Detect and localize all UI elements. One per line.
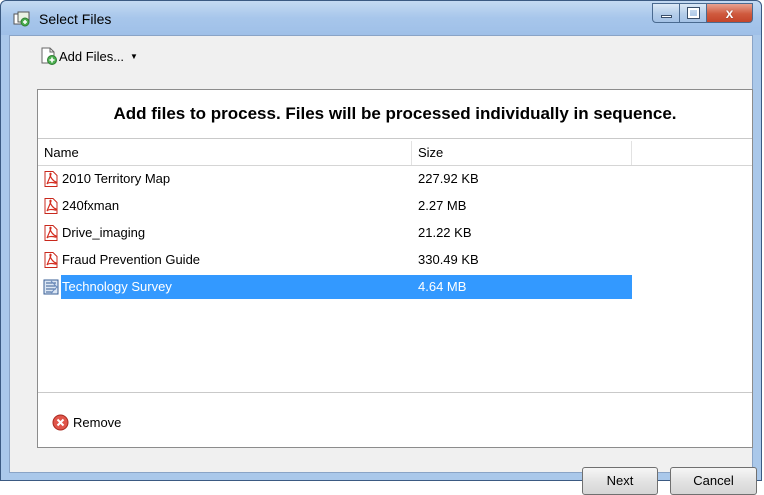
app-icon bbox=[13, 11, 30, 27]
file-size: 2.27 MB bbox=[418, 198, 467, 213]
file-name: Technology Survey bbox=[62, 279, 172, 294]
add-files-label: Add Files... bbox=[59, 48, 125, 64]
file-size: 4.64 MB bbox=[418, 279, 467, 294]
file-row[interactable]: Drive_imaging 21.22 KB bbox=[38, 221, 632, 245]
add-file-icon bbox=[41, 47, 57, 65]
pdf-icon bbox=[44, 252, 58, 268]
file-name: 240fxman bbox=[62, 198, 120, 213]
file-name: Drive_imaging bbox=[62, 225, 146, 240]
file-size: 227.92 KB bbox=[418, 171, 479, 186]
chevron-down-icon: ▼ bbox=[130, 51, 138, 61]
pdf-icon bbox=[44, 198, 58, 214]
close-icon: x bbox=[725, 5, 734, 21]
instructions-heading: Add files to process. Files will be proc… bbox=[38, 90, 752, 139]
file-row[interactable]: 2010 Territory Map 227.92 KB bbox=[38, 167, 632, 191]
file-name: 2010 Territory Map bbox=[62, 171, 171, 186]
maximize-icon bbox=[687, 7, 700, 19]
column-header-size[interactable]: Size bbox=[412, 141, 632, 165]
dialog-body: Add Files... ▼ Add files to process. Fil… bbox=[9, 35, 757, 495]
column-header-empty[interactable] bbox=[632, 141, 752, 165]
list-header: Name Size bbox=[38, 141, 752, 166]
window-title: Select Files bbox=[39, 11, 112, 27]
remove-icon bbox=[52, 414, 69, 430]
minimize-button[interactable] bbox=[652, 3, 680, 23]
next-button[interactable]: Next bbox=[582, 467, 658, 495]
file-list-panel: Add files to process. Files will be proc… bbox=[37, 89, 753, 448]
file-name: Fraud Prevention Guide bbox=[62, 252, 201, 267]
column-header-name[interactable]: Name bbox=[38, 141, 412, 165]
minimize-icon bbox=[661, 15, 672, 18]
toolbar: Add Files... ▼ bbox=[10, 36, 752, 74]
file-row[interactable]: Fraud Prevention Guide 330.49 KB bbox=[38, 248, 632, 272]
list-actions: Remove bbox=[38, 392, 752, 449]
pdf-icon bbox=[44, 225, 58, 241]
file-row-selected[interactable]: Technology Survey 4.64 MB bbox=[38, 275, 632, 299]
select-files-window: Select Files x Add Files... ▼ Add files … bbox=[0, 0, 762, 495]
file-row[interactable]: 240fxman 2.27 MB bbox=[38, 194, 632, 218]
remove-button[interactable]: Remove bbox=[52, 412, 121, 432]
remove-label: Remove bbox=[73, 414, 122, 430]
add-files-button[interactable]: Add Files... ▼ bbox=[40, 46, 138, 66]
cancel-button[interactable]: Cancel bbox=[670, 467, 757, 495]
title-bar[interactable]: Select Files x bbox=[1, 1, 761, 35]
maximize-button[interactable] bbox=[680, 3, 707, 23]
close-button[interactable]: x bbox=[707, 3, 753, 23]
pdf-icon bbox=[44, 171, 58, 187]
file-size: 21.22 KB bbox=[418, 225, 472, 240]
file-size: 330.49 KB bbox=[418, 252, 479, 267]
document-icon bbox=[43, 279, 59, 295]
window-controls: x bbox=[652, 3, 753, 25]
